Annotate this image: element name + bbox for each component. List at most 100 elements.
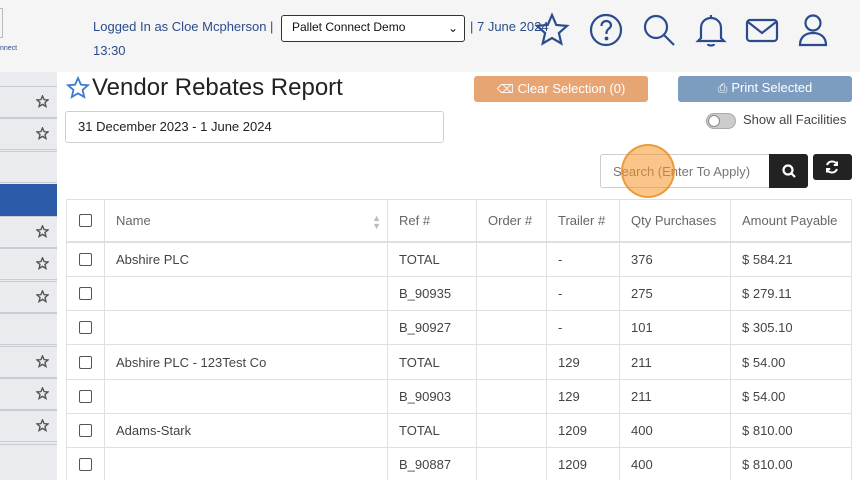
sidebar-item[interactable] [0,216,57,248]
cell-amount: $ 54.00 [730,345,852,379]
column-header-name[interactable]: Name ▲ ▼ [104,200,387,241]
sidebar-item[interactable] [0,410,57,442]
star-icon[interactable] [35,94,50,108]
cell-trailer: - [546,243,619,276]
cell-order [476,243,546,276]
sidebar-item[interactable] [0,444,57,480]
cell-name: Abshire PLC [104,243,387,276]
column-header-order[interactable]: Order # [476,200,546,241]
select-all-checkbox[interactable] [79,214,92,227]
search-button[interactable] [769,154,808,188]
logo-text: nnect [0,45,18,52]
search-icon[interactable] [641,12,677,48]
sidebar-item[interactable] [0,118,57,150]
cell-name [104,380,387,413]
star-icon[interactable] [35,126,50,140]
cell-qty: 211 [619,380,730,413]
current-time: 13:30 [93,43,126,58]
row-checkbox[interactable] [79,457,92,471]
favorite-page-star-icon[interactable] [65,75,91,100]
table-row[interactable]: B_90903 129 211 $ 54.00 [66,380,852,414]
row-checkbox[interactable] [79,390,92,403]
sidebar-item[interactable] [0,248,57,280]
row-checkbox[interactable] [79,253,92,266]
user-profile-icon[interactable] [795,12,831,48]
cell-amount: $ 584.21 [730,243,852,276]
table-row[interactable]: Abshire PLC TOTAL - 376 $ 584.21 [66,243,852,277]
cell-name [104,311,387,344]
sidebar-item[interactable] [0,86,57,118]
toggle-knob [708,115,720,127]
top-header: nnect Logged In as Cloe Mcpherson | Pall… [0,0,860,72]
cell-qty: 376 [619,243,730,276]
cell-amount: $ 54.00 [730,380,852,413]
cell-name: Abshire PLC - 123Test Co [104,345,387,379]
cell-amount: $ 810.00 [730,414,852,447]
chevron-down-icon: ⌄ [447,21,458,35]
star-icon[interactable] [35,289,50,303]
cell-order [476,311,546,344]
sidebar-item[interactable] [0,151,57,183]
clear-selection-button[interactable]: ⌫ Clear Selection (0) [474,76,648,102]
sort-icon[interactable]: ▲ ▼ [372,214,381,231]
notifications-bell-icon[interactable] [693,12,729,48]
show-all-facilities-toggle[interactable] [706,113,736,129]
star-icon[interactable] [35,256,50,270]
row-checkbox[interactable] [79,355,92,369]
refresh-icon [826,160,838,174]
cell-trailer: 129 [546,380,619,413]
mail-icon[interactable] [744,12,780,48]
cell-ref: TOTAL [387,414,476,447]
sidebar-item[interactable] [0,378,57,410]
column-header-amount[interactable]: Amount Payable [730,200,852,241]
table-row[interactable]: B_90927 - 101 $ 305.10 [66,311,852,345]
cell-qty: 275 [619,277,730,310]
click-indicator [621,144,675,198]
cell-name: Adams-Stark [104,414,387,447]
help-icon[interactable] [588,12,624,48]
date-range-picker[interactable]: 31 December 2023 - 1 June 2024 [65,111,444,143]
column-header-ref[interactable]: Ref # [387,200,476,241]
logo[interactable] [0,8,3,38]
star-icon[interactable] [35,224,50,238]
print-selected-button[interactable]: ⎙ Print Selected [678,76,852,102]
cell-amount: $ 810.00 [730,448,852,480]
table-row[interactable]: B_90887 1209 400 $ 810.00 [66,448,852,480]
column-header-label: Order # [488,213,533,228]
sidebar-item[interactable] [0,313,57,345]
cell-amount: $ 305.10 [730,311,852,344]
row-checkbox[interactable] [79,424,92,437]
star-icon[interactable] [35,418,50,432]
cell-ref: TOTAL [387,243,476,276]
column-header-label: Qty Purchases [631,213,717,228]
table-row[interactable]: Abshire PLC - 123Test Co TOTAL 129 211 $… [66,345,852,380]
cell-qty: 211 [619,345,730,379]
favorites-star-icon[interactable] [534,12,570,48]
cell-trailer: 1209 [546,448,619,480]
cell-qty: 400 [619,414,730,447]
cell-ref: B_90887 [387,448,476,480]
row-checkbox[interactable] [79,321,92,334]
star-icon[interactable] [35,354,50,368]
star-icon[interactable] [35,386,50,400]
column-header-label: Ref # [399,213,431,228]
table-row[interactable]: B_90935 - 275 $ 279.11 [66,277,852,311]
cell-ref: TOTAL [387,345,476,379]
cell-name [104,277,387,310]
row-checkbox[interactable] [79,287,92,300]
select-all-cell [66,200,104,241]
sidebar-item[interactable] [0,281,57,313]
column-header-label: Amount Payable [742,213,838,228]
sidebar-item-active[interactable] [0,184,57,216]
cell-qty: 101 [619,311,730,344]
sidebar-item[interactable] [0,346,57,378]
refresh-button[interactable] [813,154,852,180]
cell-order [476,345,546,379]
table-row[interactable]: Adams-Stark TOTAL 1209 400 $ 810.00 [66,414,852,448]
organization-select[interactable]: Pallet Connect Demo ⌄ [281,15,465,42]
search-icon [782,164,796,178]
row-select-cell [66,448,104,480]
column-header-trailer[interactable]: Trailer # [546,200,619,241]
column-header-qty[interactable]: Qty Purchases [619,200,730,241]
clear-selection-label: Clear Selection (0) [517,81,626,96]
